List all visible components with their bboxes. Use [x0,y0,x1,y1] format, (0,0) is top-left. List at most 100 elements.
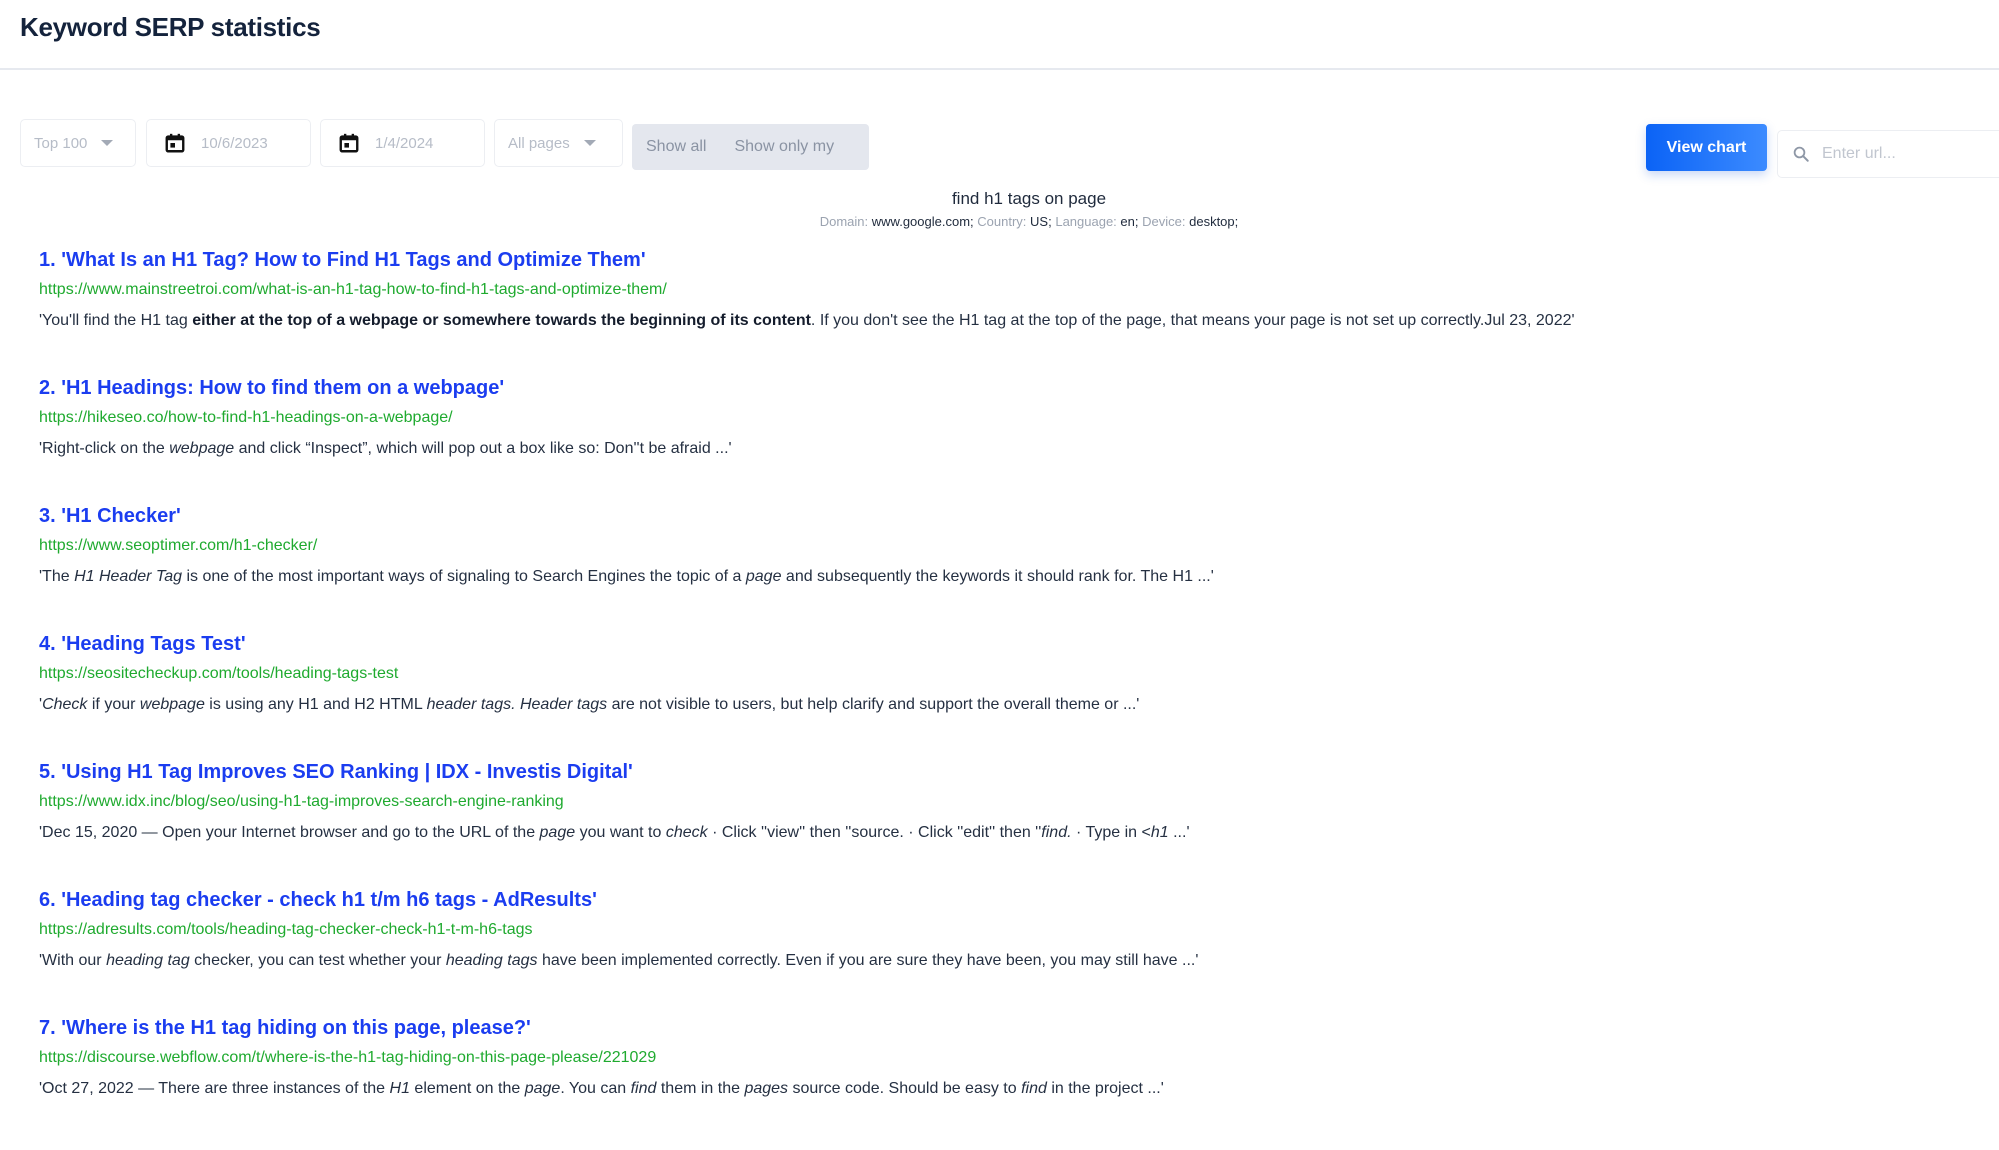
result-title-link[interactable]: 3. 'H1 Checker' [39,505,181,528]
serp-result: 6. 'Heading tag checker - check h1 t/m h… [39,889,1999,1017]
meta-country-value: US; [1030,214,1052,229]
url-search-input[interactable] [1822,145,1999,163]
result-url-link[interactable]: https://www.idx.inc/blog/seo/using-h1-ta… [39,793,1999,811]
show-only-my-option[interactable]: Show only my [706,138,834,156]
calendar-icon [164,132,186,154]
view-chart-button[interactable]: View chart [1646,124,1767,171]
meta-device-label: Device: [1142,214,1186,229]
snippet-text: 'You'll find the H1 tag [39,312,193,329]
show-all-option[interactable]: Show all [632,138,706,156]
snippet-emphasis: find [1021,1080,1047,1097]
result-snippet: 'Check if your webpage is using any H1 a… [39,696,1999,714]
query-meta: Domain: www.google.com; Country: US; Lan… [0,214,1999,229]
snippet-emphasis: H1 [389,1080,410,1097]
result-title-link[interactable]: 5. 'Using H1 Tag Improves SEO Ranking | … [39,761,633,784]
serp-results-list: 1. 'What Is an H1 Tag? How to Find H1 Ta… [0,249,1999,1145]
result-title-link[interactable]: 7. 'Where is the H1 tag hiding on this p… [39,1017,531,1040]
snippet-text: 'With our [39,952,107,969]
snippet-emphasis: check [665,824,708,841]
snippet-text: in the project ...' [1046,1080,1164,1097]
snippet-text: · Click ''view'' then ''source. · Click … [707,824,1042,841]
meta-domain-label: Domain: [819,214,869,229]
serp-result: 3. 'H1 Checker' https://www.seoptimer.co… [39,505,1999,633]
keyword-title: find h1 tags on page [951,189,1107,208]
page-header: Keyword SERP statistics [0,0,1999,70]
serp-result: 2. 'H1 Headings: How to find them on a w… [39,377,1999,505]
meta-language-value: en; [1120,214,1139,229]
snippet-emphasis: h1 [1150,824,1169,841]
serp-result: 5. 'Using H1 Tag Improves SEO Ranking | … [39,761,1999,889]
result-title-link[interactable]: 4. 'Heading Tags Test' [39,633,246,656]
snippet-text: is using any H1 and H2 HTML [204,696,427,713]
top-results-select[interactable]: Top 100 [20,119,136,167]
snippet-text: and subsequently the keywords it should … [781,568,1214,585]
snippet-emphasis: find [630,1080,657,1097]
date-from-picker[interactable]: 10/6/2023 [146,119,311,167]
snippet-emphasis: pages [744,1080,789,1097]
filter-toolbar: Top 100 10/6/2023 1/4/2024 All pages Sho… [0,119,1999,179]
snippet-emphasis: find. [1041,824,1072,841]
snippet-emphasis: H1 Header Tag [74,568,182,585]
snippet-emphasis: webpage [139,696,205,713]
pages-value: All pages [508,134,570,152]
snippet-text: checker, you can test whether your [189,952,446,969]
snippet-text: are not visible to users, but help clari… [607,696,1140,713]
meta-country-label: Country: [977,214,1027,229]
ownership-toggle: Show all Show only my [632,124,869,170]
result-url-link[interactable]: https://www.mainstreetroi.com/what-is-an… [39,281,1999,299]
chevron-down-icon [583,140,596,146]
snippet-text: and click “Inspect”, which will pop out … [234,440,732,457]
result-url-link[interactable]: https://adresults.com/tools/heading-tag-… [39,921,1999,939]
snippet-text: · Type in < [1071,824,1151,841]
snippet-text: 'The [39,568,75,585]
snippet-emphasis: page [539,824,576,841]
result-url-link[interactable]: https://discourse.webflow.com/t/where-is… [39,1049,1999,1067]
snippet-text: them in the [656,1080,745,1097]
snippet-emphasis: page [745,568,782,585]
snippet-text: source code. Should be easy to [788,1080,1022,1097]
serp-result: 4. 'Heading Tags Test' https://seositech… [39,633,1999,761]
url-search-field[interactable] [1777,130,1999,178]
result-snippet: 'With our heading tag checker, you can t… [39,952,1999,970]
meta-language-label: Language: [1055,214,1117,229]
snippet-emphasis: heading tag [106,952,190,969]
chevron-down-icon [101,140,114,146]
result-title-link[interactable]: 1. 'What Is an H1 Tag? How to Find H1 Ta… [39,249,646,272]
snippet-text: . You can [560,1080,631,1097]
date-to-picker[interactable]: 1/4/2024 [320,119,485,167]
serp-result: 1. 'What Is an H1 Tag? How to Find H1 Ta… [39,249,1999,377]
page-title: Keyword SERP statistics [20,12,321,42]
date-from-value: 10/6/2023 [201,134,268,152]
meta-device-value: desktop; [1189,214,1239,229]
snippet-text: ...' [1168,824,1190,841]
calendar-icon [338,132,360,154]
result-url-link[interactable]: https://www.seoptimer.com/h1-checker/ [39,537,1999,555]
snippet-text: you want to [575,824,666,841]
result-snippet: 'Oct 27, 2022 — There are three instance… [39,1080,1999,1098]
snippet-text: if your [87,696,140,713]
snippet-text: is one of the most important ways of sig… [182,568,746,585]
query-info: find h1 tags on page Domain: www.google.… [0,189,1999,229]
snippet-text: element on the [409,1080,525,1097]
date-to-value: 1/4/2024 [375,134,434,152]
snippet-text: 'Right-click on the [39,440,170,457]
snippet-emphasis: heading tags [445,952,538,969]
snippet-text: 'Oct 27, 2022 — There are three instance… [39,1080,390,1097]
result-url-link[interactable]: https://hikeseo.co/how-to-find-h1-headin… [39,409,1999,427]
snippet-text: 'Dec 15, 2020 — Open your Internet brows… [39,824,540,841]
meta-domain-value: www.google.com; [871,214,974,229]
pages-select[interactable]: All pages [494,119,623,167]
result-snippet: 'You'll find the H1 tag either at the to… [39,312,1999,330]
snippet-emphasis: header tags. Header tags [426,696,608,713]
snippet-text: . If you don't see the H1 tag at the top… [810,312,1575,329]
result-snippet: 'The H1 Header Tag is one of the most im… [39,568,1999,586]
result-url-link[interactable]: https://seositecheckup.com/tools/heading… [39,665,1999,683]
snippet-highlight: either at the top of a webpage or somewh… [192,312,811,329]
snippet-emphasis: webpage [169,440,235,457]
search-icon [1793,146,1809,162]
result-title-link[interactable]: 2. 'H1 Headings: How to find them on a w… [39,377,504,400]
snippet-emphasis: page [524,1080,561,1097]
result-title-link[interactable]: 6. 'Heading tag checker - check h1 t/m h… [39,889,597,912]
serp-result: 7. 'Where is the H1 tag hiding on this p… [39,1017,1999,1145]
snippet-emphasis: Check [42,696,88,713]
